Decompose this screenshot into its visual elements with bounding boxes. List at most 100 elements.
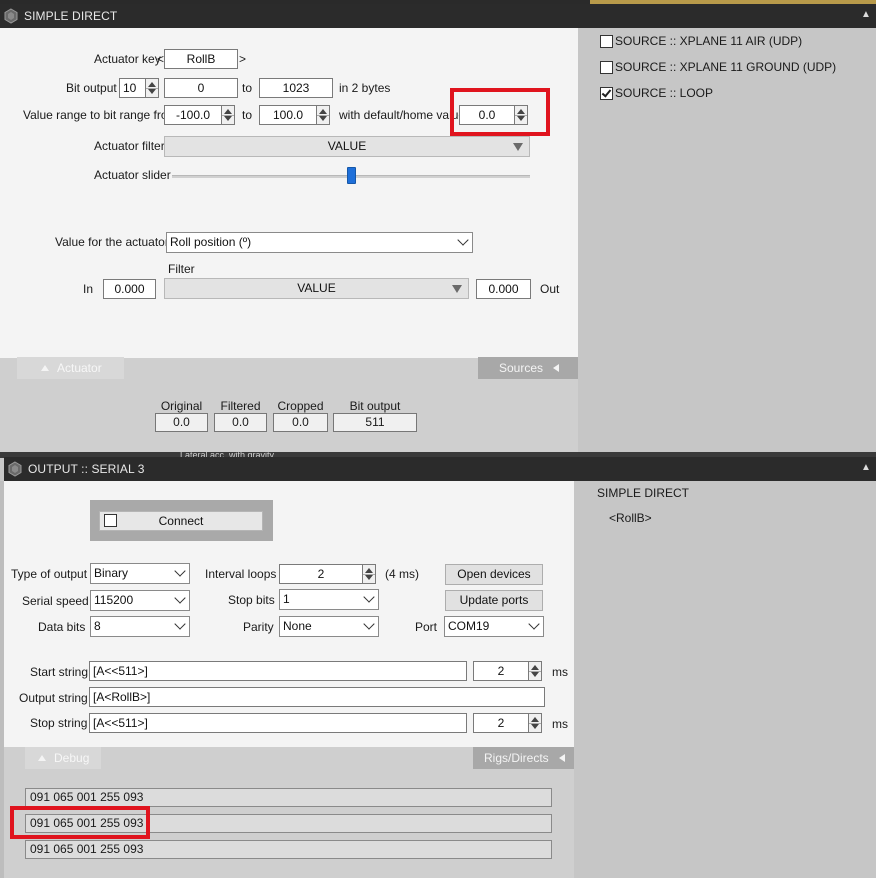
tab-actuator[interactable]: Actuator	[17, 357, 124, 379]
port-label: Port	[415, 620, 438, 634]
connect-button[interactable]: Connect	[99, 511, 263, 531]
type-of-output-label: Type of output	[11, 567, 88, 581]
parity-label: Parity	[243, 620, 274, 634]
data-bits-value: 8	[94, 619, 101, 633]
tab-rigs-label: Rigs/Directs	[484, 751, 549, 765]
collapse-up-icon[interactable]: ▲	[860, 9, 872, 21]
chevron-down-icon	[174, 592, 186, 604]
start-count-field[interactable]: 2	[473, 661, 529, 681]
highlight-default-value	[450, 88, 550, 136]
interval-loops-field[interactable]: 2	[279, 564, 363, 584]
dropdown-triangle-icon	[513, 143, 523, 151]
type-of-output-select[interactable]: Binary	[90, 563, 190, 584]
port-value: COM19	[448, 619, 490, 633]
range-to-label: to	[242, 108, 253, 122]
serial-speed-select[interactable]: 115200	[90, 590, 190, 611]
original-value: 0.0	[155, 413, 208, 432]
source-checkbox-loop[interactable]	[600, 87, 613, 100]
range-from-spin[interactable]	[221, 105, 235, 125]
source-label-loop[interactable]: SOURCE :: LOOP	[615, 86, 713, 100]
bit-from-field[interactable]: 0	[164, 78, 238, 98]
data-bits-select[interactable]: 8	[90, 616, 190, 637]
debug-row: 091 065 001 255 093	[25, 788, 552, 807]
source-checkbox-air[interactable]	[600, 35, 613, 48]
filter-value: VALUE	[297, 281, 336, 295]
out-value-field[interactable]: 0.000	[476, 279, 531, 299]
actuator-slider-label: Actuator slider	[94, 168, 171, 182]
tab-sources[interactable]: Sources	[478, 357, 578, 379]
original-label: Original	[160, 399, 203, 413]
chevron-down-icon	[457, 234, 469, 246]
stop-count-field[interactable]: 2	[473, 713, 529, 733]
stop-count-spin[interactable]	[528, 713, 542, 733]
tab-debug-label: Debug	[54, 751, 90, 765]
filter-label: Filter	[168, 262, 195, 276]
simple-direct-titlebar[interactable]: SIMPLE DIRECT ▲	[0, 4, 876, 28]
actuator-key-next-button[interactable]: >	[239, 52, 246, 66]
bit-output-readout-value: 511	[333, 413, 417, 432]
default-value-label: with default/home value	[339, 108, 466, 122]
bit-output-stepper[interactable]: 10	[119, 78, 146, 98]
chevron-down-icon	[528, 618, 540, 630]
window-title: OUTPUT :: SERIAL 3	[28, 462, 145, 476]
tab-rigs-directs[interactable]: Rigs/Directs	[473, 747, 574, 769]
start-count-spin[interactable]	[528, 661, 542, 681]
source-label-ground[interactable]: SOURCE :: XPLANE 11 GROUND (UDP)	[615, 60, 836, 74]
port-select[interactable]: COM19	[444, 616, 544, 637]
rigs-item[interactable]: <RollB>	[609, 511, 652, 525]
triangle-up-icon	[38, 755, 46, 761]
triangle-up-icon	[41, 365, 49, 371]
bit-output-spin[interactable]	[145, 78, 159, 98]
start-ms-label: ms	[552, 665, 568, 679]
cropped-label: Cropped	[277, 399, 324, 413]
filter-select[interactable]: VALUE	[164, 278, 469, 299]
output-string-field[interactable]: [A<RollB>]	[89, 687, 545, 707]
chevron-down-icon	[363, 591, 375, 603]
source-checkbox-ground[interactable]	[600, 61, 613, 74]
actuator-key-label: Actuator key	[94, 52, 161, 66]
window-title: SIMPLE DIRECT	[24, 9, 118, 23]
in-value-field[interactable]: 0.000	[103, 279, 156, 299]
connect-checkbox[interactable]	[104, 514, 117, 527]
rigs-title: SIMPLE DIRECT	[597, 486, 690, 500]
stop-bits-label: Stop bits	[228, 593, 275, 607]
output-string-label: Output string	[19, 691, 88, 705]
stop-string-field[interactable]: [A<<511>]	[89, 713, 467, 733]
tab-debug[interactable]: Debug	[25, 747, 101, 769]
open-devices-button[interactable]: Open devices	[445, 564, 543, 585]
update-ports-button[interactable]: Update ports	[445, 590, 543, 611]
actuator-slider-thumb[interactable]	[347, 167, 356, 184]
tab-actuator-label: Actuator	[57, 361, 102, 375]
interval-loops-label: Interval loops	[205, 567, 277, 581]
range-from-field[interactable]: -100.0	[164, 105, 222, 125]
actuator-key-prev-button[interactable]: <	[157, 52, 164, 66]
range-to-field[interactable]: 100.0	[259, 105, 317, 125]
type-of-output-value: Binary	[94, 566, 129, 580]
bit-output-readout-label: Bit output	[349, 399, 401, 413]
filtered-label: Filtered	[220, 399, 261, 413]
bit-to-field[interactable]: 1023	[259, 78, 333, 98]
range-to-spin[interactable]	[316, 105, 330, 125]
actuator-filter-select[interactable]: VALUE	[164, 136, 530, 157]
value-for-actuator-select[interactable]: Roll position (º)	[166, 232, 473, 253]
collapse-up-icon[interactable]: ▲	[860, 462, 872, 474]
start-string-field[interactable]: [A<<511>]	[89, 661, 467, 681]
filtered-value: 0.0	[214, 413, 267, 432]
parity-value: None	[283, 619, 312, 633]
bit-output-label: Bit output	[66, 81, 117, 95]
triangle-left-icon	[553, 364, 560, 372]
serial-speed-label: Serial speed	[22, 594, 89, 608]
data-bits-label: Data bits	[38, 620, 86, 634]
interval-loops-spin[interactable]	[362, 564, 376, 584]
output-serial-titlebar[interactable]: OUTPUT :: SERIAL 3 ▲	[4, 457, 876, 481]
parity-select[interactable]: None	[279, 616, 379, 637]
actuator-filter-value: VALUE	[327, 139, 367, 153]
highlight-debug-row	[10, 806, 150, 839]
update-ports-label: Update ports	[459, 593, 529, 607]
stop-bits-select[interactable]: 1	[279, 589, 379, 610]
stop-bits-value: 1	[283, 592, 290, 606]
tab-sources-label: Sources	[499, 361, 544, 375]
source-label-air[interactable]: SOURCE :: XPLANE 11 AIR (UDP)	[615, 34, 802, 48]
actuator-key-field[interactable]: RollB	[164, 49, 238, 69]
bit-to-label: to	[242, 81, 253, 95]
